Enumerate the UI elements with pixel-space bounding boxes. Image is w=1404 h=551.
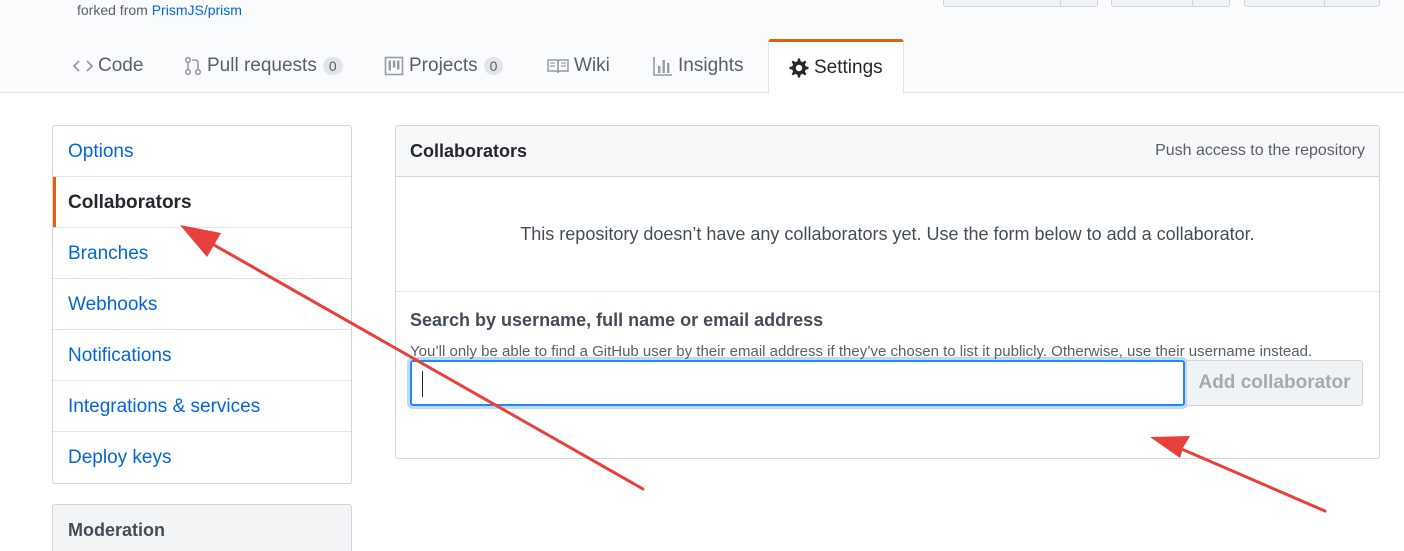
sidebar-item-deploy-keys[interactable]: Deploy keys: [53, 432, 351, 483]
collaborator-search-input[interactable]: [410, 360, 1185, 406]
pull-requests-count: 0: [322, 57, 343, 75]
tab-insights[interactable]: Insights: [653, 39, 743, 93]
moderation-heading: Moderation: [68, 520, 165, 540]
sidebar-item-notifications[interactable]: Notifications: [53, 330, 351, 381]
tab-settings-label: Settings: [814, 57, 883, 78]
tab-pull-requests-label: Pull requests: [207, 55, 317, 76]
graph-icon: [653, 56, 673, 76]
tab-insights-label: Insights: [678, 55, 744, 76]
sidebar-item-options[interactable]: Options: [53, 126, 351, 177]
fork-button[interactable]: [1244, 0, 1380, 7]
settings-sidebar-menu: Options Collaborators Branches Webhooks …: [52, 125, 352, 484]
moderation-menu: Moderation: [52, 504, 352, 551]
watch-button[interactable]: [943, 0, 1098, 7]
search-row: Add collaborator: [410, 360, 1365, 408]
book-icon: [547, 58, 569, 74]
add-collaborator-form: Search by username, full name or email a…: [396, 292, 1379, 408]
sidebar-item-collaborators[interactable]: Collaborators: [53, 177, 351, 228]
tab-code-label: Code: [98, 55, 144, 76]
forked-prefix: forked from: [77, 2, 152, 18]
star-button[interactable]: [1111, 0, 1230, 7]
sidebar-item-integrations[interactable]: Integrations & services: [53, 381, 351, 432]
tab-projects[interactable]: Projects 0: [384, 39, 504, 93]
forked-from-text: forked from PrismJS/prism: [77, 2, 242, 18]
code-icon: [73, 58, 93, 74]
collaborators-title: Collaborators: [410, 140, 528, 161]
projects-count: 0: [483, 57, 504, 75]
collaborators-header: Collaborators Push access to the reposit…: [396, 126, 1379, 177]
tab-wiki-label: Wiki: [574, 55, 610, 76]
sidebar-item-webhooks[interactable]: Webhooks: [53, 279, 351, 330]
empty-collaborators-message: This repository doesn’t have any collabo…: [396, 177, 1379, 292]
repo-header: forked from PrismJS/prism Code Pull requ…: [0, 0, 1404, 94]
push-access-note: Push access to the repository: [1155, 142, 1365, 159]
pull-request-icon: [184, 56, 202, 76]
text-caret: [422, 371, 423, 397]
forked-repo-link[interactable]: PrismJS/prism: [152, 2, 242, 18]
collaborators-panel: Collaborators Push access to the reposit…: [395, 125, 1380, 459]
tab-settings[interactable]: Settings: [768, 39, 904, 94]
sidebar-item-branches[interactable]: Branches: [53, 228, 351, 279]
tab-projects-label: Projects: [409, 55, 478, 76]
gear-icon: [789, 58, 809, 78]
tab-pull-requests[interactable]: Pull requests 0: [184, 39, 343, 93]
search-label: Search by username, full name or email a…: [410, 310, 824, 330]
tab-code[interactable]: Code: [73, 39, 143, 93]
tab-wiki[interactable]: Wiki: [547, 39, 610, 93]
project-icon: [384, 56, 404, 76]
add-collaborator-button[interactable]: Add collaborator: [1186, 360, 1363, 406]
